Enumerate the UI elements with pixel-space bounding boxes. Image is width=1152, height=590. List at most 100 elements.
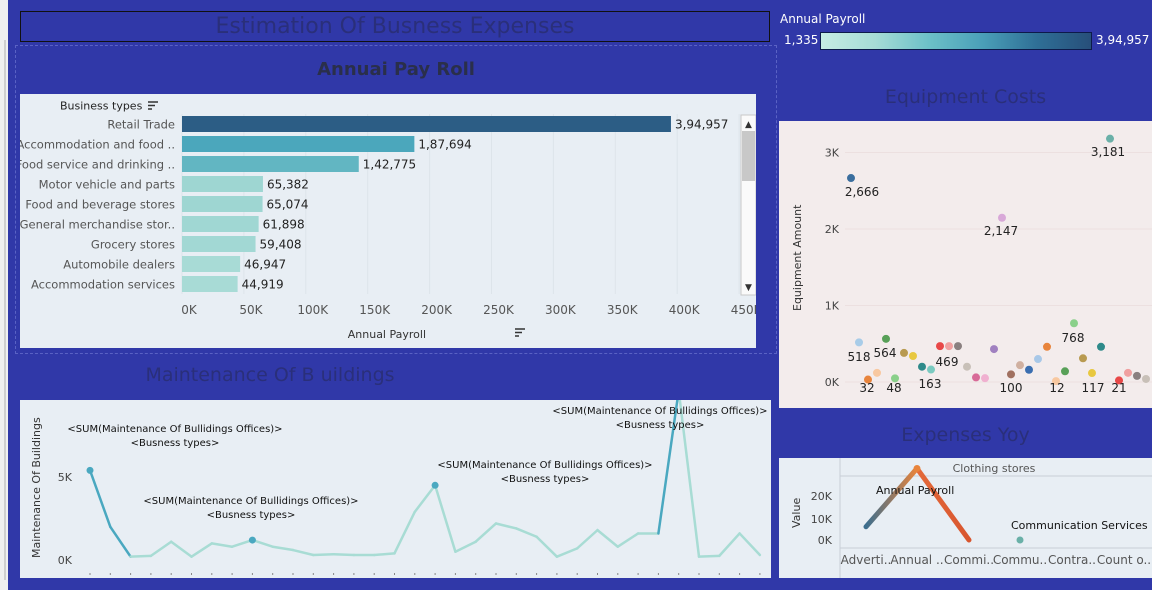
- equipment-point[interactable]: [927, 365, 935, 374]
- equipment-point[interactable]: [963, 362, 971, 371]
- bar-category-label[interactable]: Food and beverage stores: [25, 198, 175, 212]
- yoy-marker-comm[interactable]: [1016, 536, 1024, 544]
- yoy-category-label[interactable]: Annual ..: [890, 553, 943, 567]
- equipment-point[interactable]: [918, 362, 926, 371]
- yoy-category-label[interactable]: Count o..: [1097, 553, 1151, 567]
- left-edge-strip: [0, 0, 8, 590]
- equipment-value-label: 48: [886, 381, 901, 395]
- equipment-point[interactable]: [1061, 367, 1069, 376]
- bar-value-label: 1,87,694: [418, 138, 471, 152]
- equipment-point[interactable]: [1097, 342, 1105, 351]
- yoy-line-chart[interactable]: Clothing stores Value 20K 10K 0K Annual …: [779, 458, 1152, 578]
- legend-title: Annual Payroll: [780, 12, 866, 26]
- equipment-point[interactable]: [855, 338, 863, 347]
- maintenance-line-segment: [393, 510, 417, 555]
- axis-sort-icon[interactable]: [515, 328, 525, 337]
- maintenance-line-segment: [413, 484, 437, 514]
- payroll-xtick: 300K: [545, 303, 577, 317]
- equipment-point[interactable]: [1133, 371, 1141, 380]
- payroll-bar[interactable]: [182, 196, 263, 212]
- equipment-point[interactable]: [1088, 369, 1096, 378]
- equipment-point[interactable]: [873, 368, 881, 377]
- equipment-point[interactable]: [882, 334, 890, 343]
- equipment-point[interactable]: [1124, 368, 1132, 377]
- equipment-y-title: Equipment Amount: [791, 204, 804, 311]
- bar-value-label: 44,919: [242, 278, 284, 292]
- scroll-down-icon[interactable]: ▼: [745, 283, 752, 293]
- equipment-value-label: 768: [1062, 331, 1085, 345]
- maintenance-line-segment: [190, 542, 214, 558]
- payroll-title: Annuai Pay Roll: [317, 59, 475, 80]
- bar-category-label[interactable]: Retail Trade: [107, 118, 175, 132]
- maintenance-line-segment: [454, 540, 477, 553]
- yoy-panel: Clothing stores Value 20K 10K 0K Annual …: [779, 458, 1152, 578]
- equipment-value-label: 2,147: [984, 224, 1018, 238]
- bar-category-label[interactable]: Accommodation and food ..: [17, 138, 176, 152]
- equipment-point[interactable]: [954, 342, 962, 351]
- yoy-category-label[interactable]: Contra..: [1048, 553, 1096, 567]
- bar-category-label[interactable]: Automobile dealers: [63, 258, 175, 272]
- equipment-title: Equipment Costs: [884, 86, 1047, 108]
- equipment-point[interactable]: [900, 348, 908, 357]
- maintenance-marker[interactable]: [248, 536, 256, 544]
- maintenance-line-segment: [555, 547, 579, 558]
- equipment-point[interactable]: [1070, 319, 1078, 328]
- bar-value-label: 1,42,775: [363, 158, 416, 172]
- yoy-category-label[interactable]: Adverti..: [841, 553, 892, 567]
- legend-min: 1,335: [784, 33, 819, 47]
- equipment-point[interactable]: [847, 174, 855, 183]
- maintenance-marker[interactable]: [86, 466, 94, 474]
- equipment-point[interactable]: [998, 213, 1006, 222]
- equipment-point[interactable]: [1079, 354, 1087, 363]
- yoy-y-title: Value: [790, 498, 803, 528]
- payroll-bar-chart[interactable]: Business types Retail Trade 3,94,957 Accom…: [16, 94, 763, 348]
- payroll-bar[interactable]: [182, 236, 256, 252]
- vertical-scrollbar[interactable]: ▲ ▼: [740, 114, 757, 296]
- equipment-point[interactable]: [1106, 134, 1114, 143]
- maintenance-line-segment: [271, 545, 295, 552]
- payroll-bar[interactable]: [182, 156, 359, 172]
- maintenance-line-chart[interactable]: Maintenance Of Buildings 5K 0K <SUM(Main…: [20, 387, 771, 578]
- annotation-left: <SUM(Maintenance Of Bullidings Offices)>…: [67, 424, 282, 449]
- bar-category-label[interactable]: General merchandise stor..: [20, 218, 175, 232]
- yoy-line-segment: [863, 465, 920, 530]
- payroll-xtick: 400K: [669, 303, 701, 317]
- equipment-point[interactable]: [972, 373, 980, 382]
- equipment-point[interactable]: [1034, 355, 1042, 364]
- bar-category-label[interactable]: Motor vehicle and parts: [39, 178, 175, 192]
- equipment-scatter-chart[interactable]: Equipment Amount 3K 2K 1K 0K 2,666 3,181 2,14…: [779, 121, 1152, 408]
- maintenance-marker[interactable]: [431, 481, 439, 489]
- payroll-bar[interactable]: [182, 136, 415, 152]
- equipment-point[interactable]: [981, 374, 989, 383]
- equipment-point[interactable]: [1007, 370, 1015, 379]
- payroll-xtick: 50K: [239, 303, 263, 317]
- color-legend-bar[interactable]: [820, 32, 1092, 50]
- maint-ytick-0k: 0K: [58, 554, 73, 567]
- payroll-bar[interactable]: [182, 116, 671, 132]
- equipment-point[interactable]: [945, 342, 953, 351]
- yoy-marker-payroll[interactable]: [913, 464, 921, 472]
- bar-category-label[interactable]: Grocery stores: [91, 238, 175, 252]
- scroll-up-icon[interactable]: ▲: [745, 120, 752, 130]
- equipment-value-label: 2,666: [845, 185, 879, 199]
- payroll-bar[interactable]: [182, 216, 259, 232]
- equipment-point[interactable]: [1016, 361, 1024, 370]
- bar-category-label[interactable]: Food service and drinking ..: [16, 158, 175, 172]
- payroll-bar[interactable]: [182, 176, 263, 192]
- yoy-category-label[interactable]: Commi..: [944, 553, 994, 567]
- yoy-category-label[interactable]: Commu..: [993, 553, 1047, 567]
- maintenance-line-segment: [596, 528, 620, 548]
- row-header[interactable]: Business types: [60, 100, 143, 113]
- equipment-point[interactable]: [936, 342, 944, 351]
- bar-category-label[interactable]: Accommodation services: [31, 278, 175, 292]
- payroll-bar[interactable]: [182, 256, 241, 272]
- equipment-point[interactable]: [1025, 365, 1033, 374]
- equipment-point[interactable]: [909, 351, 917, 360]
- payroll-bar[interactable]: [182, 276, 238, 292]
- sort-icon[interactable]: [148, 101, 158, 110]
- annotation-mid-left-line2: <Busness types>: [207, 510, 296, 521]
- equipment-point[interactable]: [1043, 342, 1051, 351]
- maintenance-line-segment: [474, 522, 498, 543]
- equipment-point[interactable]: [1142, 374, 1150, 383]
- equipment-point[interactable]: [990, 345, 998, 354]
